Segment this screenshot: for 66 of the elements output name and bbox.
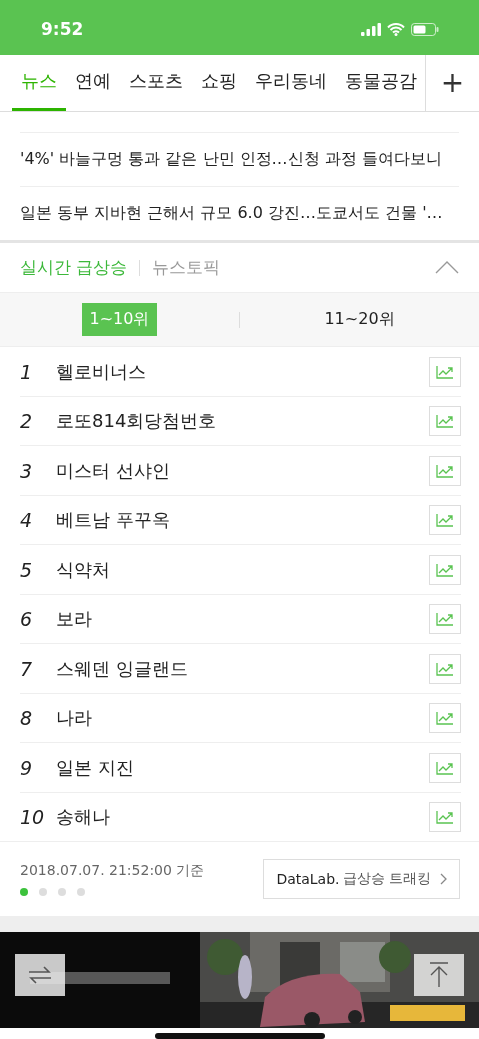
keyword-link[interactable]: 나라 <box>56 706 429 731</box>
rank-number: 8 <box>20 707 34 730</box>
category-tab[interactable]: 동물공감 <box>336 54 425 111</box>
trend-chart-icon[interactable] <box>436 711 454 726</box>
rank-number: 1 <box>20 360 34 383</box>
rank-number: 4 <box>20 509 34 532</box>
trend-chart-icon[interactable] <box>436 513 454 528</box>
wifi-icon <box>387 22 405 36</box>
share-button[interactable] <box>15 954 65 996</box>
news-headline[interactable]: '4%' 바늘구멍 통과 같은 난민 인정…신청 과정 들여다보니 <box>20 148 442 170</box>
category-tab[interactable]: 스포츠 <box>120 54 192 111</box>
swap-arrows-icon[interactable] <box>27 964 53 986</box>
collapse-icon[interactable] <box>435 261 459 275</box>
timestamp: 2018.07.07. 21:52:00 기준 <box>20 862 205 881</box>
rank-number: 7 <box>20 657 34 680</box>
rank-number: 2 <box>20 410 34 433</box>
trend-chart-icon[interactable] <box>436 661 454 676</box>
trend-chart-icon[interactable] <box>436 562 454 577</box>
scroll-top-button[interactable] <box>414 954 464 996</box>
trend-chart-icon[interactable] <box>436 760 454 775</box>
chevron-right-icon[interactable] <box>440 873 447 886</box>
news-headline[interactable]: 일본 동부 지바현 근해서 규모 6.0 강진…도쿄서도 건물 '… <box>20 202 443 224</box>
page-dot[interactable] <box>39 888 47 897</box>
keyword-link[interactable]: 식약처 <box>56 557 429 582</box>
range-tab[interactable]: 11~20위 <box>316 303 403 337</box>
rank-number: 10 <box>20 806 46 829</box>
trend-chart-icon[interactable] <box>436 810 454 825</box>
trend-chart-button[interactable] <box>429 455 461 486</box>
keyword-link[interactable]: 보라 <box>56 607 429 632</box>
keyword-link[interactable]: 미스터 선샤인 <box>56 458 429 483</box>
trend-chart-button[interactable] <box>429 752 461 783</box>
trend-chart-button[interactable] <box>429 554 461 585</box>
keyword-link[interactable]: 일본 지진 <box>56 755 429 780</box>
trend-chart-icon[interactable] <box>436 612 454 627</box>
trend-chart-button[interactable] <box>429 703 461 734</box>
datalab-button[interactable]: DataLab. 급상승 트래킹 <box>263 859 460 900</box>
trend-chart-button[interactable] <box>429 356 461 387</box>
category-tab[interactable]: 우리동네 <box>246 54 336 111</box>
home-indicator[interactable] <box>154 1033 325 1039</box>
page-dot[interactable] <box>77 888 85 897</box>
trend-chart-button[interactable] <box>429 505 461 536</box>
keyword-link[interactable]: 송해나 <box>56 805 429 830</box>
keyword-link[interactable]: 베트남 푸꾸옥 <box>56 508 429 533</box>
trend-chart-button[interactable] <box>429 802 461 833</box>
rank-number: 6 <box>20 608 34 631</box>
add-tab-button[interactable]: + <box>425 54 479 111</box>
trend-chart-button[interactable] <box>429 604 461 635</box>
keyword-link[interactable]: 로또814회당첨번호 <box>56 409 429 434</box>
page-dot[interactable] <box>58 888 66 897</box>
signal-icon <box>361 22 381 36</box>
battery-icon <box>411 22 439 36</box>
trend-chart-button[interactable] <box>429 653 461 684</box>
category-tab[interactable]: 연예 <box>66 54 120 111</box>
keyword-link[interactable]: 스웨덴 잉글랜드 <box>56 656 429 681</box>
trend-chart-icon[interactable] <box>436 364 454 379</box>
category-tab[interactable]: 쇼핑 <box>192 54 246 111</box>
clock: 9:52 <box>41 19 84 40</box>
rank-number: 5 <box>20 558 34 581</box>
keyword-link[interactable]: 헬로비너스 <box>56 359 429 384</box>
arrow-up-icon[interactable] <box>429 962 449 988</box>
trend-chart-icon[interactable] <box>436 463 454 478</box>
rank-number: 9 <box>20 756 34 779</box>
trend-chart-button[interactable] <box>429 406 461 437</box>
trend-chart-icon[interactable] <box>436 414 454 429</box>
rank-number: 3 <box>20 459 34 482</box>
page-dot[interactable] <box>20 888 28 897</box>
